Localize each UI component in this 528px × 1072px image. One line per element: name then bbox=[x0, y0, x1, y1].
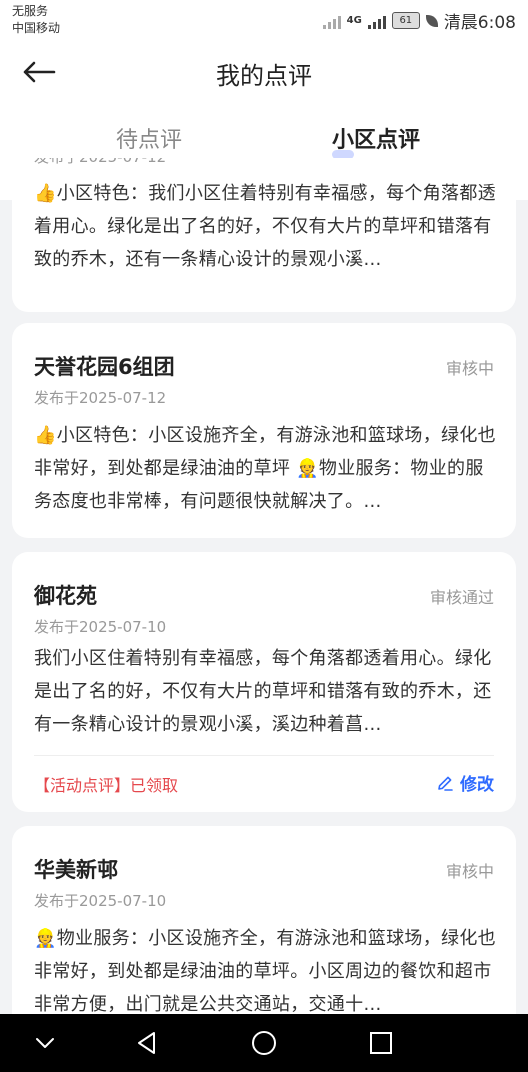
square-recents-icon bbox=[370, 1032, 392, 1054]
nav-back-button[interactable] bbox=[132, 1028, 162, 1058]
status-bar: 无服务 中国移动 4G 61 清晨6:08 bbox=[0, 0, 528, 42]
network-label: 4G bbox=[346, 15, 362, 26]
carrier-line1: 无服务 bbox=[12, 4, 49, 18]
triangle-back-icon bbox=[138, 1032, 155, 1054]
carrier-info: 无服务 中国移动 bbox=[12, 3, 60, 37]
card-divider bbox=[34, 755, 494, 756]
thumbs-up-icon: 👍 bbox=[34, 183, 57, 204]
thumbs-up-icon: 👍 bbox=[34, 425, 57, 446]
review-status: 审核中 bbox=[445, 862, 494, 881]
nav-collapse-button[interactable] bbox=[30, 1028, 60, 1058]
signal-1-icon bbox=[322, 13, 341, 29]
page-title: 我的点评 bbox=[216, 62, 312, 90]
review-date: 发布于2025-07-10 bbox=[34, 892, 167, 910]
review-text: 小区特色：小区设施齐全，有游泳池和篮球场，绿化也非常好，到处都是绿油油的草坪 👷… bbox=[34, 425, 496, 512]
review-date: 发布于2025-07-12 bbox=[34, 158, 166, 167]
chevron-down-icon bbox=[36, 1038, 54, 1048]
nav-recents-button[interactable] bbox=[366, 1028, 396, 1058]
system-nav-bar bbox=[0, 1014, 528, 1072]
community-name: 华美新邨 bbox=[34, 858, 118, 882]
review-card[interactable]: 天誉花园6组团 审核中 发布于2025-07-12 👍小区特色：小区设施齐全，有… bbox=[12, 323, 516, 538]
leaf-icon bbox=[425, 14, 438, 27]
review-date: 发布于2025-07-12 bbox=[34, 389, 167, 407]
battery-icon: 61 bbox=[391, 12, 420, 29]
carrier-line2: 中国移动 bbox=[12, 21, 61, 35]
signal-2-icon bbox=[367, 13, 386, 29]
pencil-icon bbox=[438, 776, 453, 791]
circle-home-icon bbox=[252, 1031, 276, 1055]
status-icons: 4G 61 清晨6:08 bbox=[322, 8, 516, 33]
review-body: 👍小区特色：我们小区住着特别有幸福感，每个角落都透着用心。绿化是出了名的好，不仅… bbox=[34, 177, 496, 276]
review-card[interactable]: 华美新邨 审核中 发布于2025-07-10 👷物业服务：小区设施齐全，有游泳池… bbox=[12, 826, 516, 1014]
tab-community-review[interactable]: 小区点评 bbox=[332, 122, 420, 154]
review-card[interactable]: 御花苑 审核通过 发布于2025-07-10 我们小区住着特别有幸福感，每个角落… bbox=[12, 552, 516, 812]
review-list[interactable]: 发布于2025-07-12 👍小区特色：我们小区住着特别有幸福感，每个角落都透着… bbox=[0, 158, 528, 1014]
review-text: 小区特色：我们小区住着特别有幸福感，每个角落都透着用心。绿化是出了名的好，不仅有… bbox=[34, 183, 496, 270]
review-date: 发布于2025-07-10 bbox=[34, 618, 167, 636]
tab-pending-review[interactable]: 待点评 bbox=[116, 122, 182, 154]
worker-icon: 👷 bbox=[34, 928, 57, 949]
edit-button[interactable]: 修改 bbox=[436, 770, 494, 795]
community-name: 天誉花园6组团 bbox=[34, 355, 175, 379]
nav-home-button[interactable] bbox=[249, 1028, 279, 1058]
review-body: 👷物业服务：小区设施齐全，有游泳池和篮球场，绿化也非常好，到处都是绿油油的草坪。… bbox=[34, 922, 496, 1014]
review-status: 审核中 bbox=[445, 359, 494, 378]
review-text: 物业服务：小区设施齐全，有游泳池和篮球场，绿化也非常好，到处都是绿油油的草坪。小… bbox=[34, 928, 496, 1014]
status-time: 清晨6:08 bbox=[443, 13, 516, 33]
review-body: 我们小区住着特别有幸福感，每个角落都透着用心。绿化是出了名的好，不仅有大片的草坪… bbox=[34, 648, 492, 735]
review-status: 审核通过 bbox=[429, 588, 494, 607]
edit-label: 修改 bbox=[460, 775, 494, 795]
review-body: 👍小区特色：小区设施齐全，有游泳池和篮球场，绿化也非常好，到处都是绿油油的草坪 … bbox=[34, 419, 496, 518]
activity-review-tag: 【活动点评】已领取 bbox=[34, 776, 179, 795]
community-name: 御花苑 bbox=[34, 584, 97, 608]
review-card[interactable]: 发布于2025-07-12 👍小区特色：我们小区住着特别有幸福感，每个角落都透着… bbox=[12, 158, 516, 312]
